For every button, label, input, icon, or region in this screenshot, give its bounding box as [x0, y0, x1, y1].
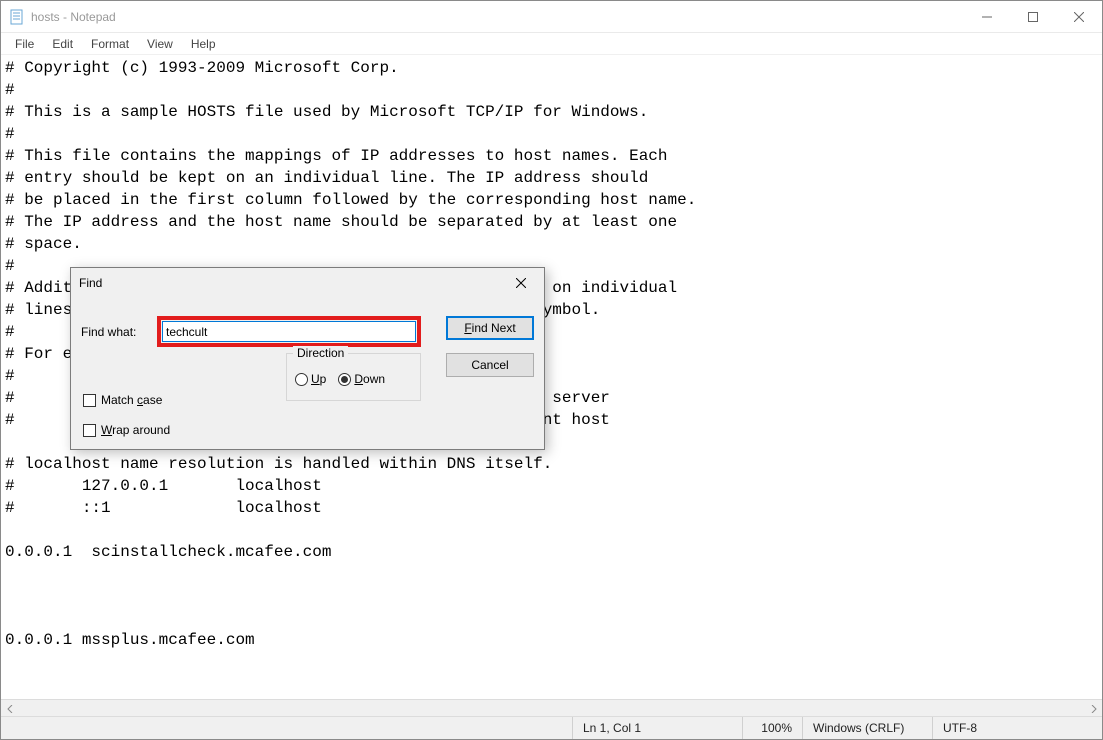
- direction-up-radio[interactable]: Up: [295, 372, 326, 386]
- minimize-button[interactable]: [964, 1, 1010, 32]
- scroll-right-arrow[interactable]: [1085, 700, 1102, 717]
- find-close-button[interactable]: [506, 269, 536, 297]
- window-title: hosts - Notepad: [31, 10, 116, 24]
- wrap-around-checkbox[interactable]: Wrap around: [83, 423, 170, 437]
- cancel-button[interactable]: Cancel: [446, 353, 534, 377]
- notepad-icon: [9, 9, 25, 25]
- direction-group: Up Down: [286, 353, 421, 401]
- menu-edit[interactable]: Edit: [44, 35, 81, 53]
- menu-format[interactable]: Format: [83, 35, 137, 53]
- status-encoding: UTF-8: [932, 717, 1102, 739]
- status-bar: Ln 1, Col 1 100% Windows (CRLF) UTF-8: [1, 716, 1102, 739]
- find-input-highlight: [157, 316, 421, 347]
- find-dialog-title: Find: [79, 276, 102, 290]
- menu-file[interactable]: File: [7, 35, 42, 53]
- find-next-button[interactable]: Find Next: [446, 316, 534, 340]
- title-bar: hosts - Notepad: [1, 1, 1102, 33]
- notepad-window: hosts - Notepad File Edit Format View He…: [0, 0, 1103, 740]
- menu-bar: File Edit Format View Help: [1, 33, 1102, 55]
- scroll-left-arrow[interactable]: [1, 700, 18, 717]
- find-what-input[interactable]: [162, 321, 416, 342]
- status-line-ending: Windows (CRLF): [802, 717, 932, 739]
- direction-label: Direction: [293, 346, 348, 360]
- status-zoom: 100%: [742, 717, 802, 739]
- menu-help[interactable]: Help: [183, 35, 224, 53]
- horizontal-scrollbar[interactable]: [1, 699, 1102, 716]
- match-case-checkbox[interactable]: Match case: [83, 393, 162, 407]
- find-dialog: Find Find what: Find Next Cancel Dir: [70, 267, 545, 450]
- direction-down-radio[interactable]: Down: [338, 372, 385, 386]
- find-dialog-body: Find what: Find Next Cancel Direction Up…: [71, 298, 544, 449]
- close-button[interactable]: [1056, 1, 1102, 32]
- find-what-label: Find what:: [81, 325, 149, 339]
- menu-view[interactable]: View: [139, 35, 181, 53]
- find-dialog-titlebar[interactable]: Find: [71, 268, 544, 298]
- maximize-button[interactable]: [1010, 1, 1056, 32]
- editor-area[interactable]: # Copyright (c) 1993-2009 Microsoft Corp…: [1, 55, 1102, 699]
- status-position: Ln 1, Col 1: [572, 717, 742, 739]
